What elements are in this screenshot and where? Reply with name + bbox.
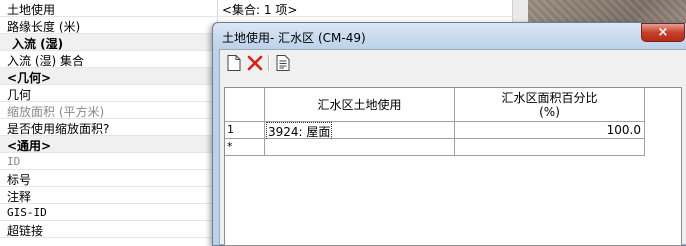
dialog-title: 土地使用- 汇水区 (CM-49) [222,31,366,45]
dialog-titlebar[interactable]: 土地使用- 汇水区 (CM-49) × [213,23,686,49]
new-button[interactable] [224,53,244,73]
new-row-area-percent-cell[interactable] [455,139,645,156]
column-header-land-use[interactable]: 汇水区土地使用 [265,88,455,122]
column-header-area-percent[interactable]: 汇水区面积百分比 (%) [455,88,645,122]
property-label: GIS-ID [7,206,47,219]
property-label: 超链接 [7,224,44,238]
property-label: 土地使用 [7,3,56,17]
delete-button[interactable] [245,53,265,73]
property-label: 是否使用缩放面积? [7,122,110,136]
cell-area-percent-value: 100.0 [606,123,641,137]
property-label: 入流 (湿) 集合 [7,54,84,68]
property-label: 几何 [7,88,32,102]
cell-area-percent[interactable]: 100.0 [455,122,645,139]
dialog-client-area: 汇水区土地使用 汇水区面积百分比 (%) 1 3924: 屋面 100.0 * [219,49,686,246]
land-use-collection-value[interactable]: <集合: 1 项> [222,1,297,18]
close-icon: × [657,25,669,40]
property-row-land-use[interactable]: 土地使用 <集合: 1 项> [0,0,528,17]
row-header[interactable]: 1 [225,122,265,139]
report-icon [276,55,290,71]
property-label: 缩放面积 (平方米) [7,105,105,119]
column-header-label: 汇水区土地使用 [317,98,402,112]
report-button[interactable] [273,53,293,73]
category-label: <通用> [7,139,52,153]
cell-land-use-value: 3924: 屋面 [265,122,333,141]
table-corner-header[interactable] [225,88,265,122]
new-row-marker: * [227,140,233,153]
land-use-dialog: 土地使用- 汇水区 (CM-49) × 汇水区土地使用 汇水区面积百分比 (%)… [212,22,686,246]
new-document-icon [227,55,241,71]
column-header-unit: (%) [539,104,560,119]
category-label: <几何> [7,71,52,85]
property-label: 路缘长度 (米) [7,20,81,34]
close-button[interactable]: × [641,23,685,42]
new-row-land-use-cell[interactable] [265,139,455,156]
property-label: 入流 (湿) [12,37,64,51]
property-label: ID [7,155,21,168]
land-use-table: 汇水区土地使用 汇水区面积百分比 (%) 1 3924: 屋面 100.0 * [224,87,682,246]
dialog-toolbar [220,50,686,76]
property-label: 标号 [7,173,32,187]
cell-land-use[interactable]: 3924: 屋面 [265,122,455,141]
column-header-label: 汇水区面积百分比 [501,90,598,105]
property-label: 注释 [7,190,32,204]
delete-x-icon [247,55,263,71]
toolbar-separator [268,55,270,71]
new-row-header[interactable]: * [225,139,265,156]
row-header-label: 1 [227,123,234,136]
